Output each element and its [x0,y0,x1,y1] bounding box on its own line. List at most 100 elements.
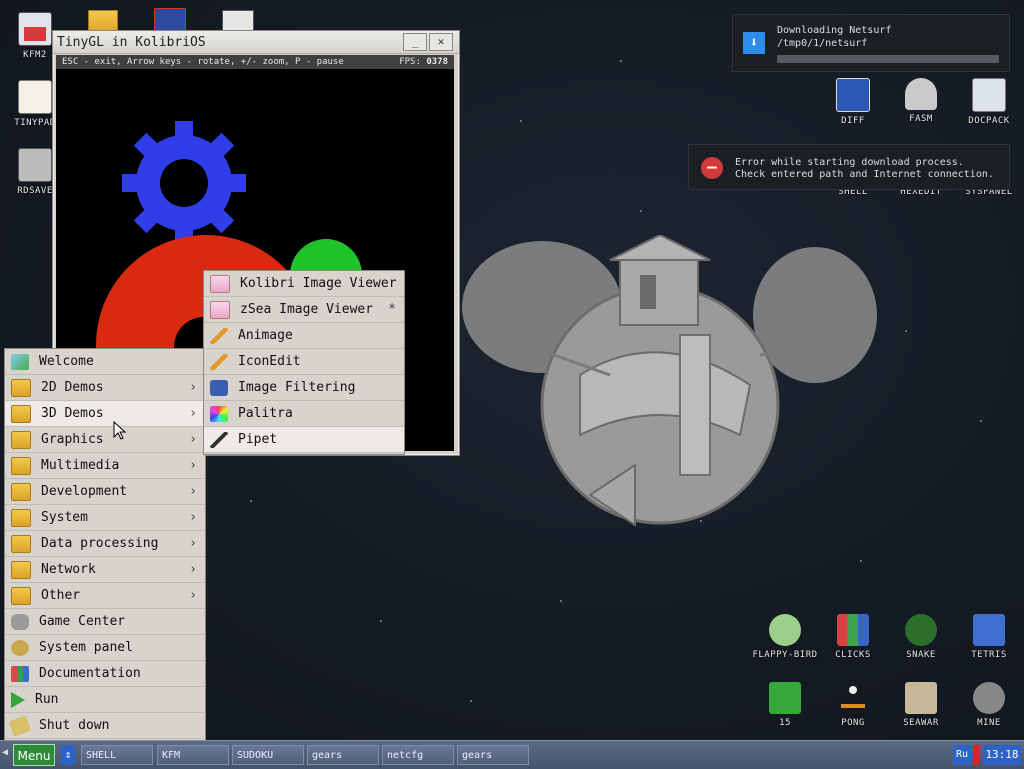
start-menu[interactable]: Welcome 2D Demos › 3D Demos › Graphics › Multim… [4,348,206,742]
chevron-right-icon: › [189,406,197,421]
desktop-icon-docpack[interactable]: DOCPACK [956,78,1022,126]
submenu-item-pipet[interactable]: Pipet [204,427,404,453]
error-icon: – [701,157,723,179]
pencil-icon [210,327,228,344]
chevron-right-icon: › [189,510,197,525]
taskbar: ◀ Menu ⇕ SHELL KFM SUDOKU gears netcfg g… [0,740,1024,769]
chevron-right-icon: › [189,458,197,473]
pencil-icon [210,353,228,370]
mine-icon [973,682,1005,714]
menu-item-system[interactable]: System › [5,505,205,531]
window-title: TinyGL in KolibriOS [57,34,206,50]
minimize-button[interactable]: _ [403,33,427,51]
welcome-icon [11,353,29,370]
fasm-icon [905,78,937,110]
menu-item-label: Run [35,692,59,707]
folder-icon [11,456,31,475]
desktop-icon-fasm[interactable]: FASM [888,78,954,124]
fifteen-icon [769,682,801,714]
mouse-cursor-icon [113,421,127,440]
folder-icon [11,560,31,579]
menu-item-label: Shut down [39,718,110,733]
menu-item-data-processing[interactable]: Data processing › [5,531,205,557]
submenu-item-palitra[interactable]: Palitra [204,401,404,427]
download-notification[interactable]: ⬇ Downloading Netsurf /tmp0/1/netsurf [732,14,1010,72]
folder-icon [11,534,31,553]
menu-item-label: System panel [39,640,133,655]
menu-item-2d-demos[interactable]: 2D Demos › [5,375,205,401]
menu-item-development[interactable]: Development › [5,479,205,505]
submenu-item-iconedit[interactable]: IconEdit [204,349,404,375]
menu-button[interactable]: Menu [13,744,55,766]
submenu-item-image-filtering[interactable]: Image Filtering [204,375,404,401]
chevron-right-icon: › [189,432,197,447]
folder-icon [11,482,31,501]
pong-icon [837,682,869,714]
desktop-icon-snake[interactable]: SNAKE [888,614,954,660]
error-line-2: Check entered path and Internet connecti… [735,169,994,180]
taskbar-left-arrow[interactable]: ◀ [2,747,8,758]
task-gears[interactable]: gears [307,745,379,765]
desktop-icon-diff[interactable]: DIFF [820,78,886,126]
menu-item-label: 2D Demos [41,380,104,395]
docpack-icon [972,78,1006,112]
calculator-icon[interactable] [222,10,254,32]
desktop-icon-15[interactable]: 15 [752,682,818,728]
submenu-item-animage[interactable]: Animage [204,323,404,349]
menu-item-label: Graphics [41,432,104,447]
gamepad-icon [11,613,29,630]
desktop-icon-clicks[interactable]: CLICKS [820,614,886,660]
menu-item-graphics[interactable]: Graphics › [5,427,205,453]
menu-item-documentation[interactable]: Documentation [5,661,205,687]
menu-item-other[interactable]: Other › [5,583,205,609]
graphics-submenu[interactable]: Kolibri Image Viewer zSea Image Viewer * An… [203,270,405,455]
task-gears-2[interactable]: gears [457,745,529,765]
menu-item-label: Documentation [39,666,141,681]
desktop-icon-mine[interactable]: MINE [956,682,1022,728]
menu-item-label: Network [41,562,96,577]
menu-item-label: Data processing [41,536,159,551]
language-indicator[interactable]: Ru [953,745,971,765]
folder-icon [11,586,31,605]
menu-item-system-panel[interactable]: System panel [5,635,205,661]
menu-item-game-center[interactable]: Game Center [5,609,205,635]
task-kfm[interactable]: KFM [157,745,229,765]
desktop-icon-pong[interactable]: PONG [820,682,886,728]
download-title: Downloading Netsurf [777,25,892,36]
window-titlebar[interactable]: TinyGL in KolibriOS [53,31,459,54]
download-arrow-icon: ⬇ [743,32,765,54]
chevron-right-icon: › [189,562,197,577]
diff-icon [836,78,870,112]
submenu-item-label: Palitra [238,406,293,421]
menu-item-network[interactable]: Network › [5,557,205,583]
submenu-item-zsea-image-viewer[interactable]: zSea Image Viewer * [204,297,404,323]
task-shell[interactable]: SHELL [81,745,153,765]
close-button[interactable]: ✕ [429,33,453,51]
submenu-item-kolibri-image-viewer[interactable]: Kolibri Image Viewer [204,271,404,297]
pipette-icon [210,431,228,448]
task-netcfg[interactable]: netcfg [382,745,454,765]
desktop-icon-tetris[interactable]: TETRIS [956,614,1022,660]
default-marker: * [388,302,396,317]
filter-icon [210,379,228,396]
menu-item-multimedia[interactable]: Multimedia › [5,453,205,479]
screen-capture-icon[interactable] [154,8,186,32]
menu-item-shut-down[interactable]: Shut down [5,713,205,739]
snake-icon [905,614,937,646]
disk-save-icon [18,148,52,182]
menu-item-welcome[interactable]: Welcome [5,349,205,375]
error-notification[interactable]: – Error while starting download process.… [688,144,1010,190]
ship-icon [905,682,937,714]
folder-icon [11,508,31,527]
menu-item-label: System [41,510,88,525]
desktop-icon-seawar[interactable]: SEAWAR [888,682,954,728]
floppy-icon [18,12,52,46]
desktop-icon-flappy-bird[interactable]: FLAPPY-BIRD [752,614,818,660]
menu-item-3d-demos[interactable]: 3D Demos › [5,401,205,427]
task-sudoku[interactable]: SUDOKU [232,745,304,765]
submenu-item-label: IconEdit [238,354,301,369]
scroll-tasks-button[interactable]: ⇕ [61,745,75,765]
menu-item-run[interactable]: Run [5,687,205,713]
clock[interactable]: 13:18 [983,745,1021,765]
image-icon [210,274,230,293]
